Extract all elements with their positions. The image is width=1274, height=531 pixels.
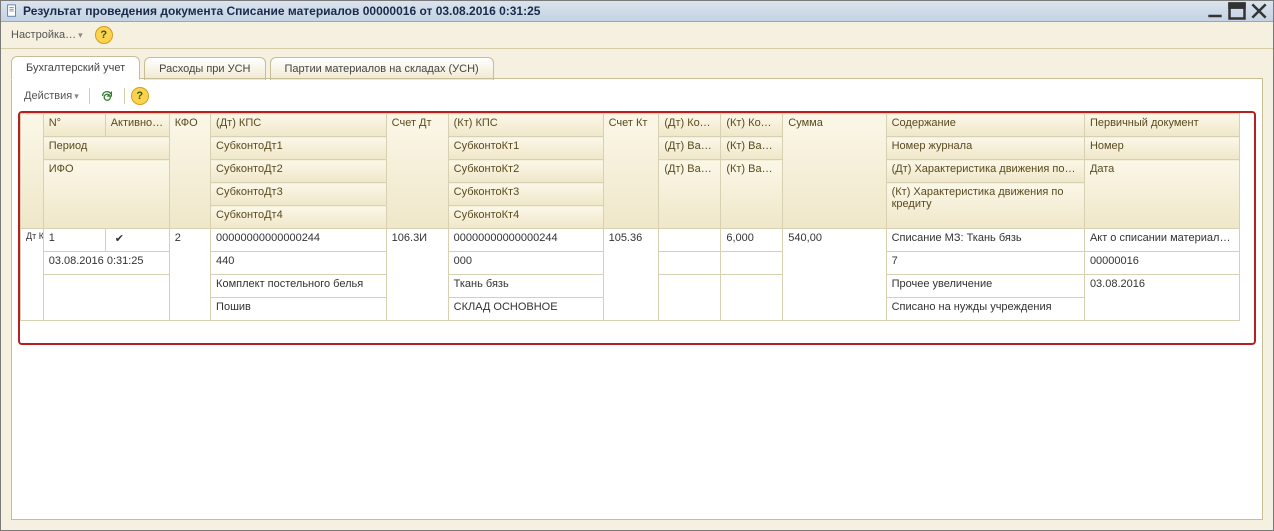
cell-dt-qty bbox=[659, 229, 721, 252]
cell-ktkps: 00000000000000244 bbox=[448, 229, 603, 252]
cell-subdt1: 440 bbox=[211, 252, 387, 275]
cell-kt-char: Списано на нужды учреждения bbox=[886, 298, 1084, 321]
cell-dt-val bbox=[659, 252, 721, 275]
col-period[interactable]: Период bbox=[43, 137, 169, 160]
cell-subkt3: СКЛАД ОСНОВНОЕ bbox=[448, 298, 603, 321]
menu-bar: Настройка…▾ ? bbox=[1, 22, 1273, 49]
window-title: Результат проведения документа Списание … bbox=[23, 4, 540, 18]
col-subkt2[interactable]: СубконтоКт2 bbox=[448, 160, 603, 183]
maximize-button[interactable] bbox=[1227, 3, 1247, 19]
header-row: N° Активно… КФО (Дт) КПС Счет Дт (Кт) КП… bbox=[21, 114, 1240, 137]
cell-subkt1: 000 bbox=[448, 252, 603, 275]
close-button[interactable] bbox=[1249, 3, 1269, 19]
cell-number: 1 bbox=[43, 229, 105, 252]
cell-ifo bbox=[43, 275, 169, 321]
col-content[interactable]: Содержание bbox=[886, 114, 1084, 137]
chevron-down-icon: ▾ bbox=[78, 30, 83, 40]
col-dt-kps[interactable]: (Дт) КПС bbox=[211, 114, 387, 137]
help-icon[interactable]: ? bbox=[131, 87, 149, 105]
cell-kt-qty: 6,000 bbox=[721, 229, 783, 252]
document-icon bbox=[5, 4, 19, 18]
col-subkt4[interactable]: СубконтоКт4 bbox=[448, 206, 603, 229]
col-subkt3[interactable]: СубконтоКт3 bbox=[448, 183, 603, 206]
cell-dt-valsum bbox=[659, 275, 721, 321]
app-window: Результат проведения документа Списание … bbox=[0, 0, 1274, 531]
table-row[interactable]: Дт Кт 1 ✔ 2 00000000000000244 106.3И 000… bbox=[21, 229, 1240, 252]
cell-content: Списание МЗ: Ткань бязь bbox=[886, 229, 1084, 252]
col-account-kt[interactable]: Счет Кт bbox=[603, 114, 659, 229]
cell-dt-char: Прочее увеличение bbox=[886, 275, 1084, 298]
cell-primdoc: Акт о списании материало… bbox=[1084, 229, 1239, 252]
minimize-button[interactable] bbox=[1205, 3, 1225, 19]
col-dt-qty[interactable]: (Дт) Коли… bbox=[659, 114, 721, 137]
col-journal[interactable]: Номер журнала bbox=[886, 137, 1084, 160]
col-account-dt[interactable]: Счет Дт bbox=[386, 114, 448, 229]
col-kt-char[interactable]: (Кт) Характеристика движения по кредиту bbox=[886, 183, 1084, 229]
cell-subdt2: Комплект постельного белья bbox=[211, 275, 387, 298]
cell-kt-valsum bbox=[721, 275, 783, 321]
col-date[interactable]: Дата bbox=[1084, 160, 1239, 229]
col-ifo[interactable]: ИФО bbox=[43, 160, 169, 229]
col-doc-number[interactable]: Номер bbox=[1084, 137, 1239, 160]
col-subdt1[interactable]: СубконтоДт1 bbox=[211, 137, 387, 160]
cell-sum: 540,00 bbox=[783, 229, 886, 321]
col-subdt2[interactable]: СубконтоДт2 bbox=[211, 160, 387, 183]
col-subdt3[interactable]: СубконтоДт3 bbox=[211, 183, 387, 206]
grid-highlight: N° Активно… КФО (Дт) КПС Счет Дт (Кт) КП… bbox=[18, 111, 1256, 345]
help-icon[interactable]: ? bbox=[95, 26, 113, 44]
chevron-down-icon: ▾ bbox=[74, 91, 79, 102]
dtkt-icon: Дт Кт bbox=[26, 232, 38, 240]
grid-toolbar: Действия▾ ? bbox=[18, 85, 1256, 111]
col-dt-char[interactable]: (Дт) Характеристика движения по… bbox=[886, 160, 1084, 183]
col-kt-valsum[interactable]: (Кт) Вал. сумма bbox=[721, 160, 783, 229]
cell-dtkps: 00000000000000244 bbox=[211, 229, 387, 252]
menu-settings[interactable]: Настройка…▾ bbox=[7, 27, 87, 43]
cell-acct-kt: 105.36 bbox=[603, 229, 659, 321]
cell-subdt3: Пошив bbox=[211, 298, 387, 321]
col-kfo[interactable]: КФО bbox=[169, 114, 210, 229]
postings-grid[interactable]: N° Активно… КФО (Дт) КПС Счет Дт (Кт) КП… bbox=[20, 113, 1240, 343]
tab-content: Действия▾ ? N° Активно… КФО bbox=[11, 79, 1263, 520]
cell-kt-val bbox=[721, 252, 783, 275]
cell-active: ✔ bbox=[105, 229, 169, 252]
col-primary-doc[interactable]: Первичный документ bbox=[1084, 114, 1239, 137]
gutter-header bbox=[21, 114, 44, 229]
tab-batches-usn[interactable]: Партии материалов на складах (УСН) bbox=[270, 57, 494, 80]
col-kt-qty[interactable]: (Кт) Коли… bbox=[721, 114, 783, 137]
refresh-icon bbox=[100, 89, 114, 103]
tabs: Бухгалтерский учет Расходы при УСН Парти… bbox=[1, 49, 1273, 79]
col-subdt4[interactable]: СубконтоДт4 bbox=[211, 206, 387, 229]
cell-subkt2: Ткань бязь bbox=[448, 275, 603, 298]
tab-expenses-usn[interactable]: Расходы при УСН bbox=[144, 57, 265, 80]
title-bar: Результат проведения документа Списание … bbox=[1, 1, 1273, 22]
cell-acct-dt: 106.3И bbox=[386, 229, 448, 321]
cell-period: 03.08.2016 0:31:25 bbox=[43, 252, 169, 275]
col-active[interactable]: Активно… bbox=[105, 114, 169, 137]
cell-date: 03.08.2016 bbox=[1084, 275, 1239, 321]
refresh-button[interactable] bbox=[96, 87, 118, 105]
col-number[interactable]: N° bbox=[43, 114, 105, 137]
actions-button[interactable]: Действия▾ bbox=[20, 88, 83, 104]
col-subkt1[interactable]: СубконтоКт1 bbox=[448, 137, 603, 160]
cell-journal: 7 bbox=[886, 252, 1084, 275]
tab-accounting[interactable]: Бухгалтерский учет bbox=[11, 56, 140, 80]
col-dt-valsum[interactable]: (Дт) Вал. сумма bbox=[659, 160, 721, 229]
row-marker: Дт Кт bbox=[21, 229, 44, 321]
cell-kfo: 2 bbox=[169, 229, 210, 321]
col-kt-val[interactable]: (Кт) Валю… bbox=[721, 137, 783, 160]
empty-row bbox=[21, 321, 1240, 344]
col-kt-kps[interactable]: (Кт) КПС bbox=[448, 114, 603, 137]
col-dt-val[interactable]: (Дт) Валю… bbox=[659, 137, 721, 160]
cell-number: 00000016 bbox=[1084, 252, 1239, 275]
check-icon: ✔ bbox=[115, 232, 124, 245]
col-sum[interactable]: Сумма bbox=[783, 114, 886, 229]
